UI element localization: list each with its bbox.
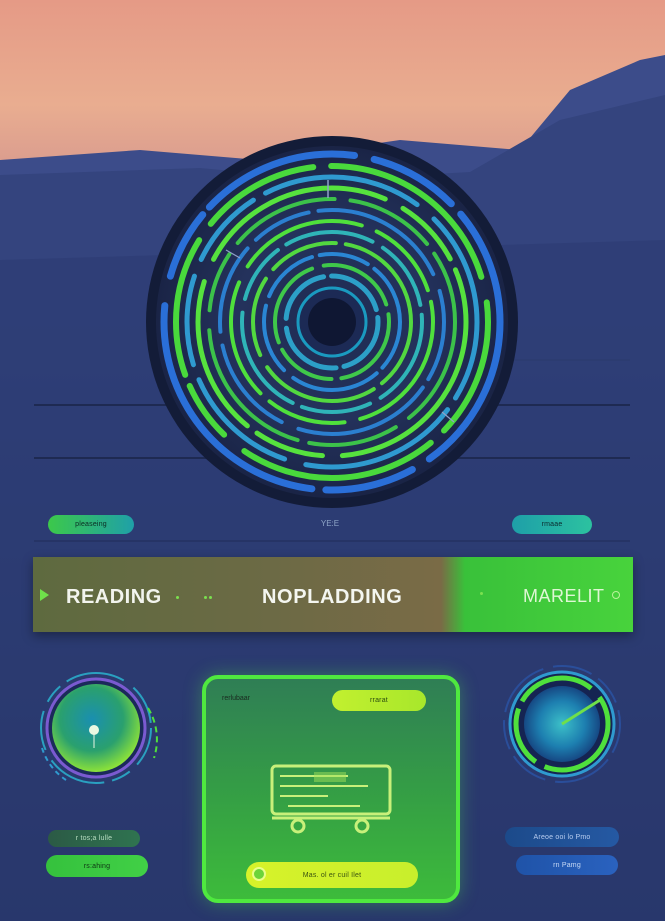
right-action-button[interactable]: rn Pamg — [516, 855, 618, 875]
status-left-label: READING — [66, 586, 162, 608]
card-tab-right-button[interactable]: rrarat — [332, 690, 426, 711]
status-right-label[interactable]: MARELIT — [523, 586, 605, 607]
status-center-label: NOPLADDING — [262, 586, 403, 608]
card-tab-left[interactable]: rerlubaar — [222, 695, 250, 702]
disc-vinyl-icon[interactable] — [142, 132, 522, 512]
left-action-button[interactable]: rs:ahing — [46, 855, 148, 877]
top-left-pill-button[interactable]: pleaseing — [48, 515, 134, 534]
left-widget-label: r tos;a lulle — [48, 830, 140, 847]
separator-dot-icon — [176, 596, 179, 599]
right-widget-label: Areoe ooi lo Pmo — [505, 827, 619, 847]
play-icon[interactable] — [40, 589, 49, 601]
monitor-cart-icon — [270, 764, 392, 834]
separator-dot-icon — [209, 596, 212, 599]
top-right-pill-button[interactable]: rmaae — [512, 515, 592, 534]
radar-dial-icon[interactable] — [500, 662, 624, 786]
record-dot-icon — [252, 867, 266, 881]
indicator-dot-icon — [480, 592, 483, 595]
card-action-button[interactable]: Mas. ol er cuil Ilet — [246, 862, 418, 888]
app-screen: pleaseing YE:E rmaae READING NOPLADDING … — [0, 0, 665, 921]
ring-indicator-icon — [612, 591, 620, 599]
separator-dot-icon — [204, 596, 207, 599]
top-center-label: YE:E — [320, 519, 340, 528]
gauge-dial-icon[interactable] — [36, 668, 164, 792]
